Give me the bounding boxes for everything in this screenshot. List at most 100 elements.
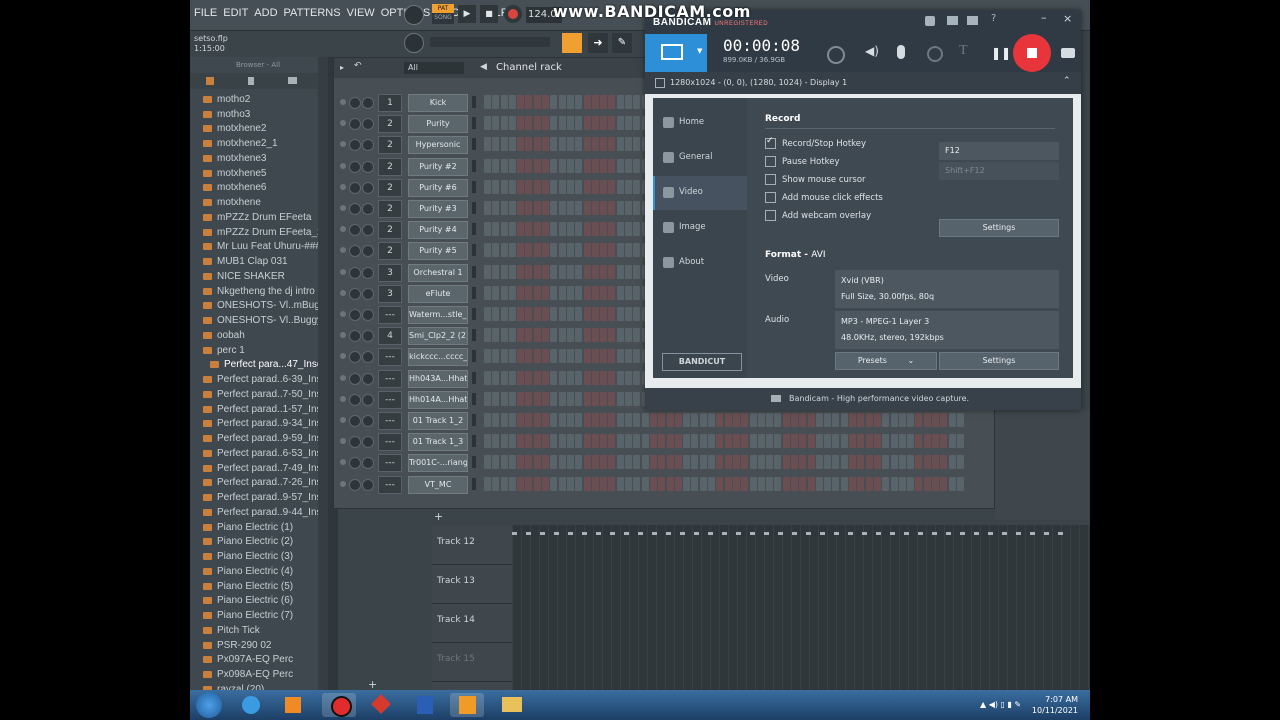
step-button[interactable]	[542, 285, 550, 300]
step-button[interactable]	[658, 476, 666, 491]
step-button[interactable]	[591, 222, 599, 237]
mixer-track-number[interactable]: 2	[378, 115, 402, 134]
step-button[interactable]	[832, 413, 840, 427]
step-button[interactable]	[873, 476, 881, 491]
stop-button[interactable]: ■	[480, 5, 498, 23]
mixer-track-number[interactable]: 2	[378, 136, 402, 155]
step-button[interactable]	[558, 95, 566, 109]
browser-item[interactable]: motho3	[190, 107, 318, 122]
pause-hotkey-field[interactable]: Shift+F12	[939, 162, 1059, 180]
channel-select-led[interactable]	[472, 202, 476, 214]
step-button[interactable]	[566, 201, 574, 215]
step-button[interactable]	[732, 476, 740, 491]
browser-item[interactable]: Piano Electric (1)	[190, 520, 318, 535]
step-button[interactable]	[815, 434, 823, 449]
step-button[interactable]	[542, 222, 550, 237]
step-button[interactable]	[533, 391, 541, 406]
channel-name-button[interactable]: Purity #6	[408, 178, 468, 197]
step-button[interactable]	[575, 307, 583, 321]
step-button[interactable]	[508, 307, 516, 321]
menu-edit[interactable]: EDIT	[223, 7, 248, 19]
step-button[interactable]	[608, 201, 616, 215]
step-button[interactable]	[591, 307, 599, 321]
step-button[interactable]	[749, 413, 757, 427]
step-button[interactable]	[566, 307, 574, 321]
mute-led-icon[interactable]	[340, 459, 346, 466]
step-button[interactable]	[575, 391, 583, 406]
step-button[interactable]	[600, 264, 608, 279]
step-button[interactable]	[649, 434, 657, 449]
step-button[interactable]	[484, 243, 491, 258]
mixer-track-number[interactable]: 1	[378, 94, 402, 112]
browser-item[interactable]: Piano Electric (4)	[190, 564, 318, 579]
step-button[interactable]	[591, 455, 599, 470]
mute-led-icon[interactable]	[340, 332, 346, 339]
step-button[interactable]	[492, 179, 500, 194]
step-button[interactable]	[500, 455, 508, 470]
step-button[interactable]	[832, 434, 840, 449]
menu-patterns[interactable]: PATTERNS	[284, 7, 341, 19]
undo-icon[interactable]: ↶	[354, 61, 362, 71]
step-button[interactable]	[815, 455, 823, 470]
step-button[interactable]	[492, 222, 500, 237]
step-button[interactable]	[484, 413, 491, 427]
mute-led-icon[interactable]	[340, 353, 346, 360]
browser-item[interactable]: MUB1 Clap 031	[190, 254, 318, 269]
volume-knob-icon[interactable]	[362, 478, 374, 491]
text-icon[interactable]: T	[959, 43, 968, 59]
browser-item[interactable]: Perfect parad..6-39_Insert 2	[190, 372, 318, 387]
step-button[interactable]	[517, 158, 525, 173]
step-button[interactable]	[591, 370, 599, 385]
step-button[interactable]	[882, 455, 890, 470]
pan-knob-icon[interactable]	[349, 224, 361, 237]
step-button[interactable]	[533, 222, 541, 237]
step-button[interactable]	[508, 116, 516, 131]
pan-knob-icon[interactable]	[349, 372, 361, 385]
record-hotkey-field[interactable]: F12	[939, 142, 1059, 160]
channel-name-button[interactable]: kickccc...cccc_2	[408, 348, 468, 367]
step-button[interactable]	[616, 413, 624, 427]
step-button[interactable]	[508, 179, 516, 194]
step-button[interactable]	[484, 391, 491, 406]
step-button[interactable]	[708, 455, 716, 470]
channel-name-button[interactable]: Waterm...stle_2	[408, 306, 468, 324]
step-button[interactable]	[484, 285, 491, 300]
step-button[interactable]	[782, 476, 790, 491]
step-button[interactable]	[865, 413, 873, 427]
file-icon[interactable]	[248, 77, 254, 85]
browser-item[interactable]: Piano Electric (6)	[190, 594, 318, 609]
step-button[interactable]	[616, 476, 624, 491]
menu-file[interactable]: FILE	[194, 7, 217, 19]
step-button[interactable]	[583, 116, 591, 131]
lock-icon[interactable]	[925, 16, 935, 26]
step-button[interactable]	[757, 455, 765, 470]
step-button[interactable]	[575, 264, 583, 279]
step-button[interactable]	[716, 455, 724, 470]
step-button[interactable]	[583, 201, 591, 215]
channel-select-led[interactable]	[472, 414, 476, 426]
step-button[interactable]	[533, 137, 541, 152]
mute-led-icon[interactable]	[340, 311, 346, 317]
pitch-knob-icon[interactable]	[404, 33, 424, 53]
step-button[interactable]	[550, 413, 558, 427]
step-button[interactable]	[815, 413, 823, 427]
step-button[interactable]	[633, 137, 641, 152]
step-button[interactable]	[625, 349, 633, 364]
step-button[interactable]	[508, 370, 516, 385]
step-button[interactable]	[517, 328, 525, 343]
arrow-icon[interactable]: ▸	[340, 63, 344, 72]
pan-knob-icon[interactable]	[349, 181, 361, 194]
mixer-icon[interactable]	[562, 33, 582, 53]
step-button[interactable]	[923, 434, 931, 449]
step-button[interactable]	[608, 137, 616, 152]
mute-led-icon[interactable]	[340, 162, 346, 169]
step-button[interactable]	[608, 179, 616, 194]
step-button[interactable]	[633, 222, 641, 237]
step-button[interactable]	[583, 391, 591, 406]
step-button[interactable]	[542, 116, 550, 131]
step-button[interactable]	[873, 455, 881, 470]
step-button[interactable]	[517, 222, 525, 237]
step-button[interactable]	[575, 285, 583, 300]
step-button[interactable]	[542, 413, 550, 427]
step-button[interactable]	[699, 476, 707, 491]
